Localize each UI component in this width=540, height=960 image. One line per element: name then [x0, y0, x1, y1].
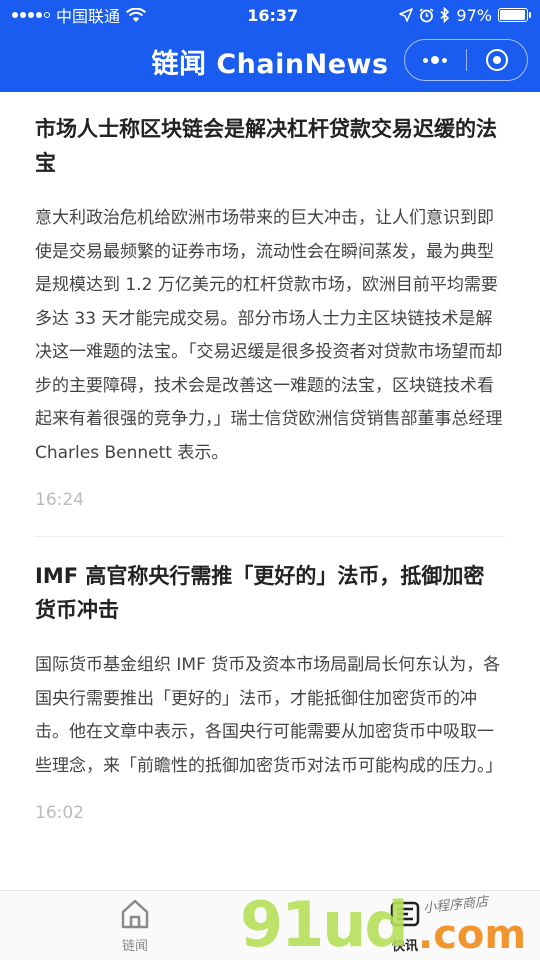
alarm-icon	[419, 7, 434, 22]
news-item[interactable]: IMF 高官称央行需推「更好的」法币，抵御加密货币冲击 国际货币基金组织 IMF…	[0, 537, 540, 823]
news-time: 16:02	[35, 803, 84, 823]
battery-percent: 97%	[456, 5, 492, 25]
battery-level	[499, 10, 526, 20]
more-menu-button[interactable]	[405, 40, 466, 80]
tab-label: 快讯	[391, 939, 418, 954]
tab-newsflash[interactable]: 快讯	[270, 891, 540, 960]
news-body: 意大利政治危机给欧洲市场带来的巨大冲击，让人们意识到即使是交易最频繁的证券市场，…	[35, 208, 503, 463]
battery-icon	[497, 8, 531, 22]
tab-label: 链闻	[121, 939, 148, 954]
wifi-icon	[126, 7, 147, 22]
page-title: 链闻 ChainNews	[151, 48, 389, 80]
news-feed[interactable]: 市场人士称区块链会是解决杠杆贷款交易迟缓的法宝 意大利政治危机给欧洲市场带来的巨…	[0, 92, 540, 890]
news-time: 16:24	[35, 490, 84, 510]
news-item[interactable]: 市场人士称区块链会是解决杠杆贷款交易迟缓的法宝 意大利政治危机给欧洲市场带来的巨…	[0, 92, 540, 510]
news-body: 国际货币基金组织 IMF 货币及资本市场局副局长何东认为，各国央行需要推出「更好…	[35, 655, 503, 776]
more-dots-icon	[423, 56, 448, 64]
newsflash-icon	[390, 901, 420, 927]
news-title[interactable]: 市场人士称区块链会是解决杠杆贷款交易迟缓的法宝	[35, 112, 505, 180]
nav-bar: 链闻 ChainNews	[0, 30, 540, 92]
target-circle-icon	[485, 49, 508, 71]
clock: 16:37	[247, 5, 299, 25]
status-bar: 中国联通 16:37 97%	[0, 0, 540, 30]
close-mini-program-button[interactable]	[467, 40, 528, 80]
tab-chainnews[interactable]: 链闻	[0, 891, 270, 960]
bluetooth-icon	[440, 7, 450, 23]
mini-program-capsule	[404, 39, 528, 81]
news-title[interactable]: IMF 高官称央行需推「更好的」法币，抵御加密货币冲击	[35, 559, 505, 627]
location-arrow-icon	[399, 8, 414, 22]
home-icon	[121, 899, 149, 929]
tab-bar: 链闻 快讯	[0, 890, 540, 960]
carrier-label: 中国联通	[56, 7, 121, 26]
signal-icon	[12, 12, 50, 18]
